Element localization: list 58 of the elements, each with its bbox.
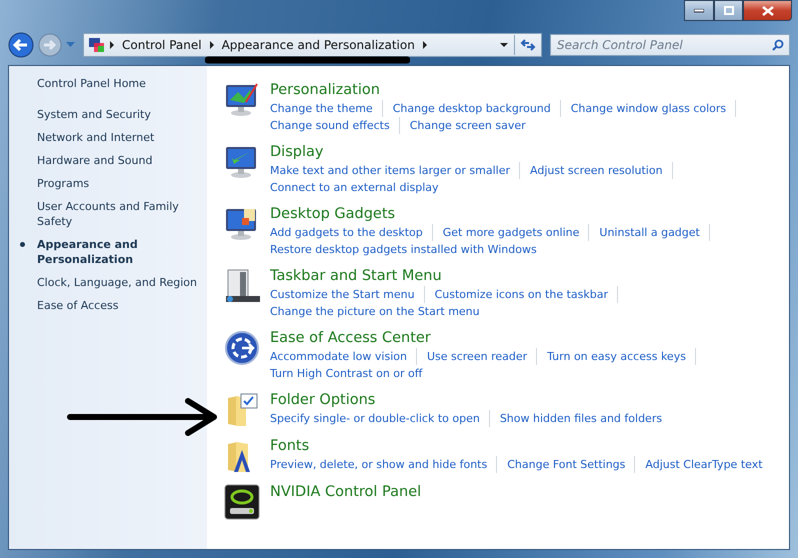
taskbar-icon <box>224 268 260 304</box>
task-link[interactable]: Turn High Contrast on or off <box>270 365 422 382</box>
sidebar-item[interactable]: System and Security <box>37 107 207 122</box>
search-field[interactable]: Search Control Panel <box>550 34 790 56</box>
sidebar-item[interactable]: Ease of Access <box>37 298 207 313</box>
category-title[interactable]: Display <box>270 142 683 162</box>
category-title[interactable]: Ease of Access Center <box>270 328 706 348</box>
search-icon <box>772 39 784 51</box>
sidebar-item[interactable]: Hardware and Sound <box>37 153 207 168</box>
task-link[interactable]: Accommodate low vision <box>270 348 417 365</box>
task-link[interactable]: Restore desktop gadgets installed with Windows <box>270 241 537 258</box>
category-title[interactable]: Fonts <box>270 436 763 456</box>
task-link[interactable]: Use screen reader <box>426 348 538 365</box>
nvidia-icon <box>224 484 260 520</box>
close-button[interactable] <box>743 0 792 21</box>
maximize-button[interactable] <box>714 0 743 21</box>
task-link[interactable]: Change screen saver <box>410 117 526 134</box>
back-button[interactable] <box>8 32 34 58</box>
sidebar-item[interactable]: Programs <box>37 176 207 191</box>
sidebar-item[interactable]: Clock, Language, and Region <box>37 275 207 290</box>
task-link[interactable]: Change window glass colors <box>570 100 736 117</box>
task-link[interactable]: Change desktop background <box>392 100 561 117</box>
task-link[interactable]: Specify single- or double-click to open <box>270 410 490 427</box>
category-title[interactable]: NVIDIA Control Panel <box>270 482 422 502</box>
task-link[interactable]: Turn on easy access keys <box>547 348 696 365</box>
task-link[interactable]: Adjust screen resolution <box>530 162 673 179</box>
task-link[interactable]: Uninstall a gadget <box>599 224 710 241</box>
task-link[interactable]: Change the picture on the Start menu <box>270 303 480 320</box>
sidebar-home-link[interactable]: Control Panel Home <box>37 76 207 91</box>
task-link[interactable]: Preview, delete, or show and hide fonts <box>270 456 498 473</box>
task-link[interactable]: Customize icons on the taskbar <box>434 286 618 303</box>
maximize-icon <box>724 6 734 15</box>
task-link[interactable]: Get more gadgets online <box>442 224 590 241</box>
task-link[interactable]: Change the theme <box>270 100 383 117</box>
accessibility-icon <box>224 330 260 366</box>
bullet-icon <box>20 242 25 247</box>
task-link[interactable]: Connect to an external display <box>270 179 439 196</box>
monitor-icon <box>224 82 260 118</box>
task-link[interactable]: Make text and other items larger or smaller <box>270 162 520 179</box>
sidebar-item[interactable]: Network and Internet <box>37 130 207 145</box>
breadcrumb[interactable]: Appearance and Personalization <box>218 38 419 52</box>
category-title[interactable]: Folder Options <box>270 390 662 410</box>
category-title[interactable]: Taskbar and Start Menu <box>270 266 628 286</box>
minimize-button[interactable] <box>684 0 714 21</box>
category-title[interactable]: Personalization <box>270 80 746 100</box>
close-icon <box>762 6 774 16</box>
task-link[interactable]: Customize the Start menu <box>270 286 425 303</box>
minimize-icon <box>694 8 704 12</box>
control-panel-icon <box>88 37 106 53</box>
task-link[interactable]: Adjust ClearType text <box>645 456 763 473</box>
category-title[interactable]: Desktop Gadgets <box>270 204 720 224</box>
task-link[interactable]: Add gadgets to the desktop <box>270 224 433 241</box>
sidebar-item[interactable]: User Accounts and Family Safety <box>37 199 207 229</box>
breadcrumb[interactable]: Control Panel <box>118 38 206 52</box>
task-link[interactable]: Change sound effects <box>270 117 400 134</box>
task-link[interactable]: Change Font Settings <box>507 456 636 473</box>
task-link[interactable]: Show hidden files and folders <box>500 410 662 427</box>
sidebar-item[interactable]: Appearance and Personalization <box>37 237 207 267</box>
